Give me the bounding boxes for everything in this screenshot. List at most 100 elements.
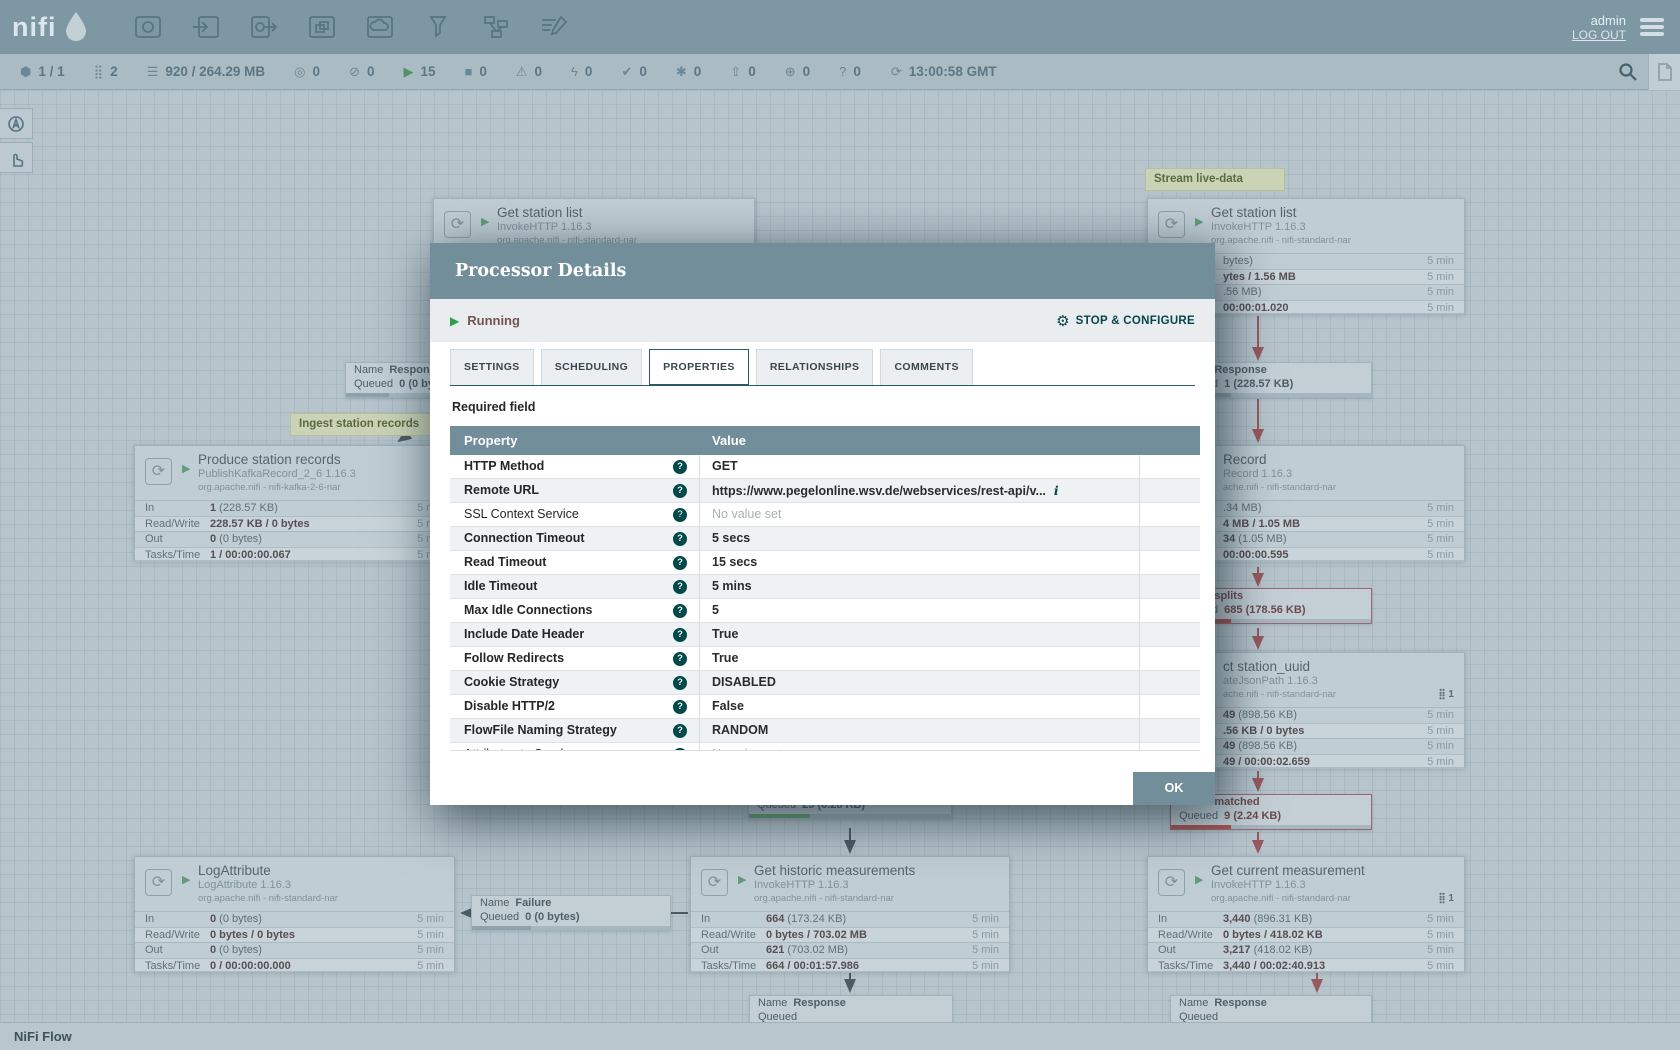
- stat-bold: 0 bytes / 0 bytes: [210, 929, 295, 941]
- label-ingest-station-records[interactable]: Ingest station records: [290, 413, 452, 436]
- stat-label: In: [145, 912, 154, 927]
- tab-scheduling[interactable]: SCHEDULING: [541, 349, 642, 385]
- stat-window: 5 min: [1427, 548, 1454, 563]
- property-extra-cell: [1140, 695, 1200, 718]
- property-help-icon[interactable]: ?: [673, 508, 687, 522]
- conn-failure[interactable]: NameFailureQueued0 (0 bytes): [471, 895, 671, 931]
- active-threads-count: 2: [110, 64, 118, 79]
- queue-progress-bar: [472, 926, 670, 930]
- property-extra-cell: [1140, 455, 1200, 478]
- stat-label: In: [1158, 912, 1167, 927]
- processor-details-dialog: Processor Details ▶ Running ⚙ STOP & CON…: [430, 243, 1215, 805]
- stat-label: Read/Write: [145, 928, 200, 943]
- funnel-tool-icon[interactable]: [421, 12, 455, 42]
- property-help-icon[interactable]: ?: [673, 748, 687, 752]
- property-value: True: [712, 651, 738, 665]
- run-status-icon: ▶: [481, 215, 489, 228]
- property-help-icon[interactable]: ?: [673, 460, 687, 474]
- stat-row: Read/Write228.57 KB / 0 bytes5 min: [135, 516, 454, 532]
- tab-comments[interactable]: COMMENTS: [880, 349, 972, 385]
- value-column-header: Value: [700, 426, 1140, 455]
- stat-bold: 0 bytes / 418.02 KB: [1223, 929, 1323, 941]
- refresh-icon[interactable]: ⟳: [891, 64, 902, 80]
- property-extra-cell: [1140, 719, 1200, 742]
- proc-produce-station-records[interactable]: ⟳▶Produce station recordsPublishKafkaRec…: [134, 445, 455, 561]
- app-header: nifi admin LOG OUT: [0, 0, 1680, 54]
- stat-value: .56 KB / 0 bytes: [1223, 724, 1304, 739]
- tab-relationships[interactable]: RELATIONSHIPS: [756, 349, 874, 385]
- property-help-icon[interactable]: ?: [673, 484, 687, 498]
- stat-bold: 664: [766, 913, 784, 925]
- birdseye-toggle-button[interactable]: [1648, 54, 1680, 90]
- stat-window: 5 min: [1427, 501, 1454, 516]
- info-icon[interactable]: i: [1054, 483, 1059, 498]
- run-status-icon: ▶: [1195, 215, 1203, 228]
- property-extra-cell: [1140, 551, 1200, 574]
- locally-modified-versioned-icon: ✱: [676, 64, 687, 80]
- global-menu-icon[interactable]: [1640, 18, 1664, 36]
- processor-tool-icon[interactable]: [131, 12, 165, 42]
- stat-value: 49 / 00:00:02.659: [1223, 755, 1310, 770]
- stat-label: Out: [1158, 943, 1176, 958]
- output-port-tool-icon[interactable]: [247, 12, 281, 42]
- last-refresh[interactable]: ⟳ 13:00:58 GMT: [891, 64, 997, 80]
- label-tool-icon[interactable]: [537, 12, 571, 42]
- running-status-label: Running: [467, 313, 520, 328]
- ok-button[interactable]: OK: [1133, 772, 1215, 805]
- stat-label: Tasks/Time: [145, 548, 200, 563]
- process-group-tool-icon[interactable]: [305, 12, 339, 42]
- property-value: https://www.pegelonline.wsv.de/webservic…: [712, 484, 1046, 498]
- stat-value: 1 / 00:00:00.067: [210, 548, 291, 563]
- property-extra-cell: [1140, 599, 1200, 622]
- property-name-cell: Cookie Strategy?: [450, 671, 700, 694]
- tab-properties[interactable]: PROPERTIES: [649, 349, 749, 385]
- stop-and-configure-button[interactable]: ⚙ STOP & CONFIGURE: [1056, 312, 1195, 330]
- connection-label-value: splits: [1214, 590, 1243, 602]
- remote-process-group-tool-icon[interactable]: [363, 12, 397, 42]
- property-name-cell: Max Idle Connections?: [450, 599, 700, 622]
- proc-logattribute[interactable]: ⟳▶LogAttributeLogAttribute 1.16.3org.apa…: [134, 856, 455, 972]
- template-tool-icon[interactable]: [479, 12, 513, 42]
- property-help-icon[interactable]: ?: [673, 604, 687, 618]
- connection-label-value: 685 (178.56 KB): [1224, 604, 1305, 616]
- queue-progress-segment: [749, 814, 810, 818]
- breadcrumb[interactable]: NiFi Flow: [14, 1029, 72, 1044]
- property-help-icon[interactable]: ?: [673, 580, 687, 594]
- property-help-icon[interactable]: ?: [673, 628, 687, 642]
- property-help-icon[interactable]: ?: [673, 652, 687, 666]
- processor-name: Get station list: [497, 205, 583, 220]
- property-name-cell: Attributes to Send?: [450, 743, 700, 751]
- connection-label-row: Queued9 (2.24 KB): [1171, 809, 1371, 823]
- processor-name: Get historic measurements: [754, 863, 915, 878]
- search-button[interactable]: [1608, 54, 1648, 90]
- property-help-icon[interactable]: ?: [673, 724, 687, 738]
- property-help-icon[interactable]: ?: [673, 556, 687, 570]
- stat-row: Out0 (0 bytes)5 min: [135, 531, 454, 547]
- dialog-header: Processor Details: [430, 243, 1215, 299]
- connection-label-value: Failure: [515, 897, 551, 909]
- run-status-icon: ▶: [1195, 873, 1203, 886]
- tab-settings[interactable]: SETTINGS: [450, 349, 534, 385]
- processor-bundle: org.apache.nifi - nifi-standard-nar: [754, 893, 894, 904]
- proc-get-historic-measurements[interactable]: ⟳▶Get historic measurementsInvokeHTTP 1.…: [690, 856, 1010, 972]
- stat-label: Out: [145, 532, 163, 547]
- stat-label: Tasks/Time: [145, 959, 200, 974]
- property-value: 5 secs: [712, 531, 750, 545]
- stat-bold: 34: [1223, 533, 1238, 545]
- processor-icon: ⟳: [145, 869, 172, 896]
- gear-icon: ⚙: [1056, 312, 1069, 330]
- label-stream-live-data[interactable]: Stream live-data: [1145, 168, 1285, 191]
- property-help-icon[interactable]: ?: [673, 700, 687, 714]
- logout-link[interactable]: LOG OUT: [1572, 28, 1626, 42]
- disabled-components-icon: ϟ: [571, 64, 578, 79]
- property-value-cell: 5 mins: [700, 575, 1140, 598]
- proc-get-current-measurement[interactable]: ⟳▶Get current measurementInvokeHTTP 1.16…: [1147, 856, 1465, 972]
- stat-bold: 3,440 / 00:02:40.913: [1223, 960, 1325, 972]
- input-port-tool-icon[interactable]: [189, 12, 223, 42]
- property-help-icon[interactable]: ?: [673, 676, 687, 690]
- property-help-icon[interactable]: ?: [673, 532, 687, 546]
- property-row: Connection Timeout?5 secs: [450, 527, 1200, 551]
- stat-bold: 621: [766, 944, 784, 956]
- connection-label-key: Queued: [1179, 1011, 1218, 1023]
- stat-bold: 0: [210, 944, 216, 956]
